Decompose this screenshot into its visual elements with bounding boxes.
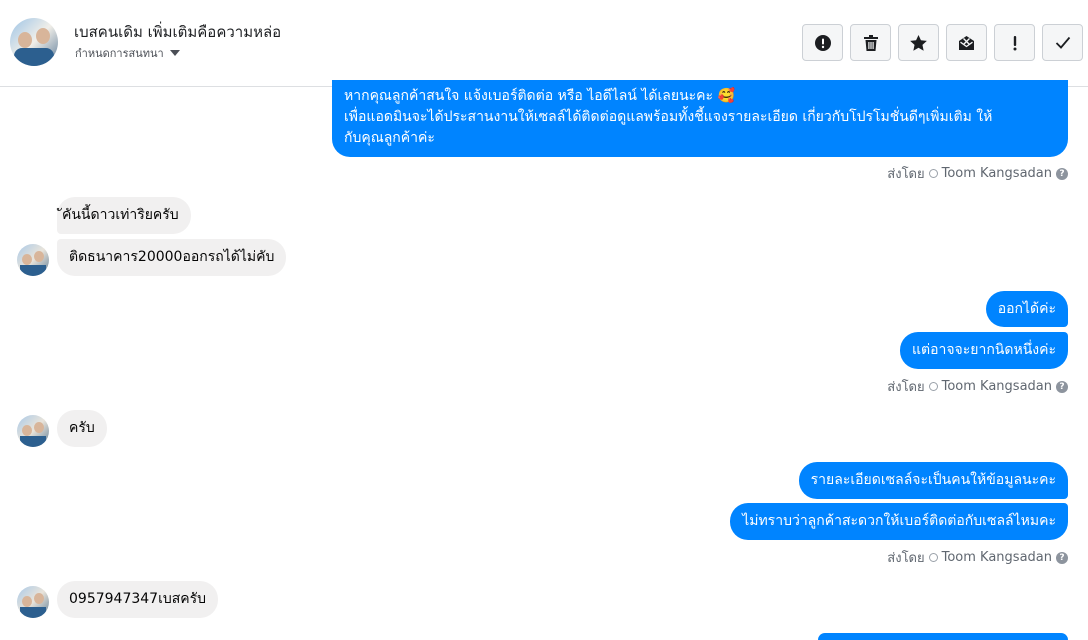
star-button[interactable]: [898, 24, 939, 61]
contact-name[interactable]: เบสคนเดิม เพิ่มเติมคือความหล่อ: [74, 20, 281, 44]
trash-icon: [863, 34, 878, 51]
outgoing-message[interactable]: ไม่ทราบว่าลูกค้าสะดวกให้เบอร์ติดต่อกับเซ…: [730, 503, 1068, 540]
mark-unread-button[interactable]: [946, 24, 987, 61]
assign-conversation-label: กำหนดการสนทนา: [75, 47, 164, 60]
delete-button[interactable]: [850, 24, 891, 61]
message-text: ติดธนาคาร20000ออกรถได้ไม่คับ: [69, 249, 275, 265]
outgoing-message[interactable]: รายละเอียดเซลล์จะเป็นคนให้ข้อมูลนะคะ: [798, 462, 1068, 499]
message-text: หากคุณลูกค้าสนใจ แจ้งเบอร์ติดต่อ หรือ ไอ…: [344, 88, 735, 104]
assign-conversation-dropdown[interactable]: กำหนดการสนทนา: [75, 44, 180, 62]
sent-by-info: ส่งโดย Toom Kangsadan ?: [887, 376, 1068, 397]
help-icon[interactable]: ?: [1056, 551, 1068, 564]
envelope-x-icon: [959, 36, 974, 50]
spam-button[interactable]: [994, 24, 1035, 61]
incoming-message[interactable]: 0957947347เบสครับ: [57, 581, 219, 618]
caret-down-icon: [169, 50, 180, 56]
sent-by-info: ส่งโดย Toom Kangsadan ?: [887, 547, 1068, 568]
contact-avatar-small[interactable]: [17, 244, 49, 276]
message-text: ัคันนี้ดาวเท่าริยครับ: [62, 207, 179, 223]
help-icon[interactable]: ?: [1056, 167, 1068, 180]
sent-by-label: ส่งโดย: [887, 551, 925, 566]
sent-by-info: ส่งโดย Toom Kangsadan ?: [887, 163, 1068, 184]
outgoing-message-partial[interactable]: [818, 633, 1068, 640]
outgoing-message[interactable]: แต่อาจจะยากนิดหนึ่งค่ะ: [899, 332, 1068, 369]
message-text: กับคุณลูกค้าค่ะ: [344, 130, 435, 146]
incoming-message[interactable]: ัคันนี้ดาวเท่าริยครับ: [57, 197, 191, 234]
sent-by-label: ส่งโดย: [887, 167, 925, 182]
help-icon[interactable]: ?: [1056, 380, 1068, 393]
contact-avatar-small[interactable]: [17, 586, 49, 618]
exclamation-circle-icon: [814, 34, 831, 51]
check-icon: [1055, 36, 1070, 49]
agent-status-icon: [928, 382, 938, 391]
report-button[interactable]: [802, 24, 843, 61]
incoming-message[interactable]: ติดธนาคาร20000ออกรถได้ไม่คับ: [57, 239, 287, 276]
message-text: ออกได้ค่ะ: [997, 301, 1056, 317]
incoming-message[interactable]: ครับ: [57, 410, 107, 447]
message-text: รายละเอียดเซลล์จะเป็นคนให้ข้อมูลนะคะ: [810, 472, 1056, 488]
message-text: 0957947347เบสครับ: [69, 591, 207, 607]
message-text: เพื่อแอดมินจะได้ประสานงานให้เซลล์ได้ติดต…: [344, 109, 993, 125]
star-icon: [910, 34, 927, 51]
sent-by-agent[interactable]: Toom Kangsadan: [942, 379, 1052, 394]
exclamation-icon: [1013, 35, 1016, 50]
message-text: แต่อาจจะยากนิดหนึ่งค่ะ: [911, 342, 1056, 358]
sent-by-agent[interactable]: Toom Kangsadan: [942, 166, 1052, 181]
agent-status-icon: [928, 553, 938, 562]
conversation-header: เบสคนเดิม เพิ่มเติมคือความหล่อ กำหนดการส…: [0, 0, 1088, 87]
done-button[interactable]: [1042, 24, 1083, 61]
sent-by-label: ส่งโดย: [887, 380, 925, 395]
contact-avatar-small[interactable]: [17, 415, 49, 447]
message-text: ครับ: [69, 420, 95, 436]
outgoing-message[interactable]: หากคุณลูกค้าสนใจ แจ้งเบอร์ติดต่อ หรือ ไอ…: [332, 80, 1068, 157]
agent-status-icon: [928, 169, 938, 178]
sent-by-agent[interactable]: Toom Kangsadan: [942, 550, 1052, 565]
outgoing-message[interactable]: ออกได้ค่ะ: [985, 291, 1068, 327]
conversation-toolbar: [802, 24, 1083, 61]
message-text: ไม่ทราบว่าลูกค้าสะดวกให้เบอร์ติดต่อกับเซ…: [742, 513, 1056, 529]
contact-avatar[interactable]: [10, 18, 58, 66]
